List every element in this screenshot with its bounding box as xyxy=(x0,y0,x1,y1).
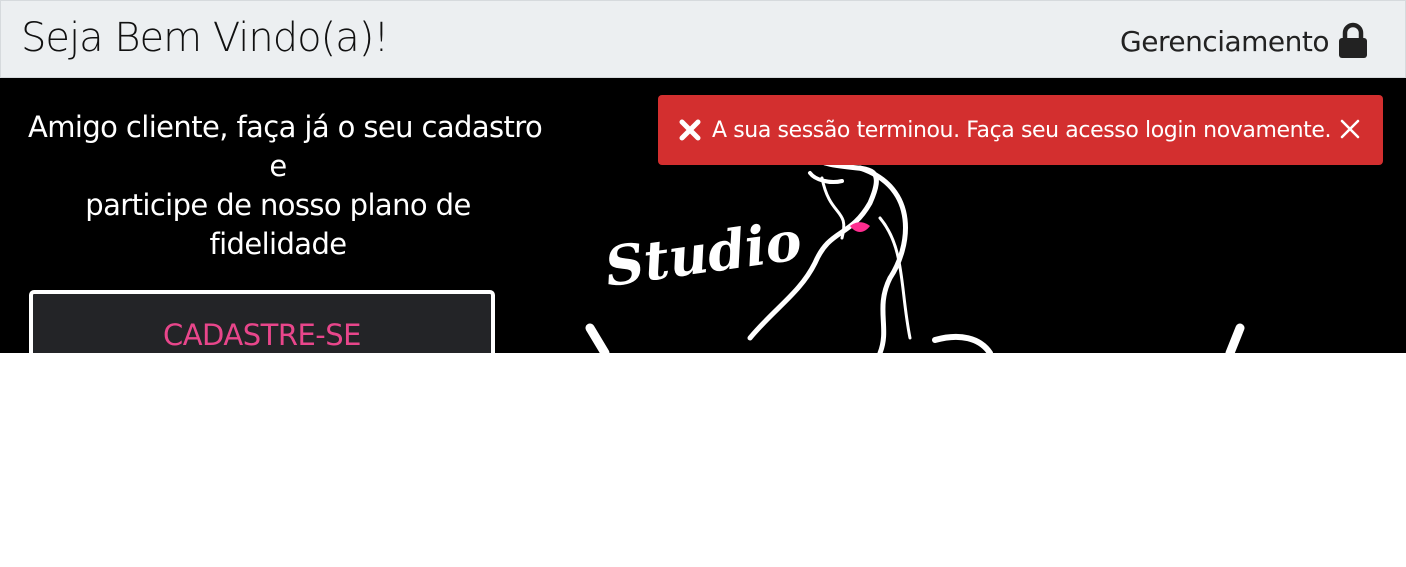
lock-icon xyxy=(1339,22,1367,58)
intro-line: participe de nosso plano de xyxy=(85,188,471,222)
register-button[interactable]: CADASTRE-SE xyxy=(29,290,495,353)
intro-line: fidelidade xyxy=(209,227,347,261)
session-expired-alert: A sua sessão terminou. Faça seu acesso l… xyxy=(658,95,1383,165)
studio-script-text: Studio xyxy=(601,208,805,299)
management-link[interactable]: Gerenciamento xyxy=(1120,21,1369,61)
management-label: Gerenciamento xyxy=(1120,24,1329,58)
intro-line: Amigo cliente, faça já o seu cadastro xyxy=(28,110,543,144)
alert-message: A sua sessão terminou. Faça seu acesso l… xyxy=(712,117,1332,143)
close-icon[interactable] xyxy=(1339,118,1361,140)
page-title: Seja Bem Vindo(a)! xyxy=(21,15,389,61)
intro-text: Amigo cliente, faça já o seu cadastro e … xyxy=(28,108,543,264)
top-navbar: Seja Bem Vindo(a)! Gerenciamento xyxy=(0,0,1406,78)
x-icon xyxy=(679,119,701,141)
intro-line: e xyxy=(269,149,287,183)
